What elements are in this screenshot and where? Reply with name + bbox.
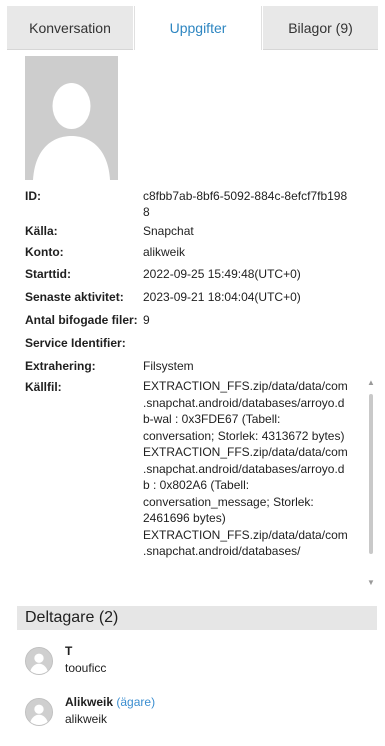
participant-avatar-icon — [25, 698, 53, 726]
participant-username: alikweik — [65, 712, 108, 726]
extraction-value: Filsystem — [143, 359, 194, 373]
source-file-scrollbar[interactable]: ▲ ▼ — [366, 378, 376, 588]
tab-konversation[interactable]: Konversation — [7, 6, 133, 50]
source-file-value: EXTRACTION_FFS.zip/data/data/com.snapcha… — [143, 379, 348, 558]
source-file-text-box[interactable]: EXTRACTION_FFS.zip/data/data/com.snapcha… — [143, 378, 363, 592]
participant-item[interactable]: Alikweik (ägare) alikweik — [25, 694, 355, 734]
scroll-up-icon[interactable]: ▲ — [366, 378, 376, 388]
id-value: c8fbb7ab-8bf6-5092-884c-8efcf7fb1988 — [143, 189, 348, 219]
participant-username: toouficc — [65, 661, 107, 675]
scrollbar-thumb[interactable] — [369, 394, 373, 554]
tab-uppgifter[interactable]: Uppgifter — [134, 6, 262, 50]
account-label: Konto: — [25, 245, 64, 259]
source-value: Snapchat — [143, 224, 194, 238]
profile-avatar — [25, 56, 118, 180]
tab-bilagor[interactable]: Bilagor (9) — [263, 6, 378, 50]
participant-item[interactable]: T toouficc — [25, 643, 355, 683]
scroll-down-icon[interactable]: ▼ — [366, 578, 376, 588]
extraction-label: Extrahering: — [25, 359, 96, 373]
start-label: Starttid: — [25, 267, 71, 281]
account-value: alikweik — [143, 245, 186, 259]
participant-avatar-icon — [25, 647, 53, 675]
participant-name-text: Alikweik — [65, 695, 114, 709]
owner-tag: (ägare) — [116, 695, 156, 709]
start-value: 2022-09-25 15:49:48(UTC+0) — [143, 267, 301, 281]
participant-name: T — [65, 643, 72, 659]
last-activity-value: 2023-09-21 18:04:04(UTC+0) — [143, 290, 301, 304]
participant-name: Alikweik (ägare) — [65, 694, 155, 710]
attachments-label: Antal bifogade filer: — [25, 313, 138, 327]
service-identifier-label: Service Identifier: — [25, 336, 126, 350]
avatar-placeholder-icon — [25, 56, 118, 180]
last-activity-label: Senaste aktivitet: — [25, 290, 124, 304]
source-label: Källa: — [25, 224, 58, 238]
participant-name-text: T — [65, 644, 73, 658]
id-label: ID: — [25, 189, 41, 203]
source-file-label: Källfil: — [25, 380, 62, 394]
tab-bar: Konversation Uppgifter Bilagor (9) — [0, 0, 385, 50]
attachments-value: 9 — [143, 313, 150, 327]
participants-header: Deltagare (2) — [17, 606, 377, 630]
